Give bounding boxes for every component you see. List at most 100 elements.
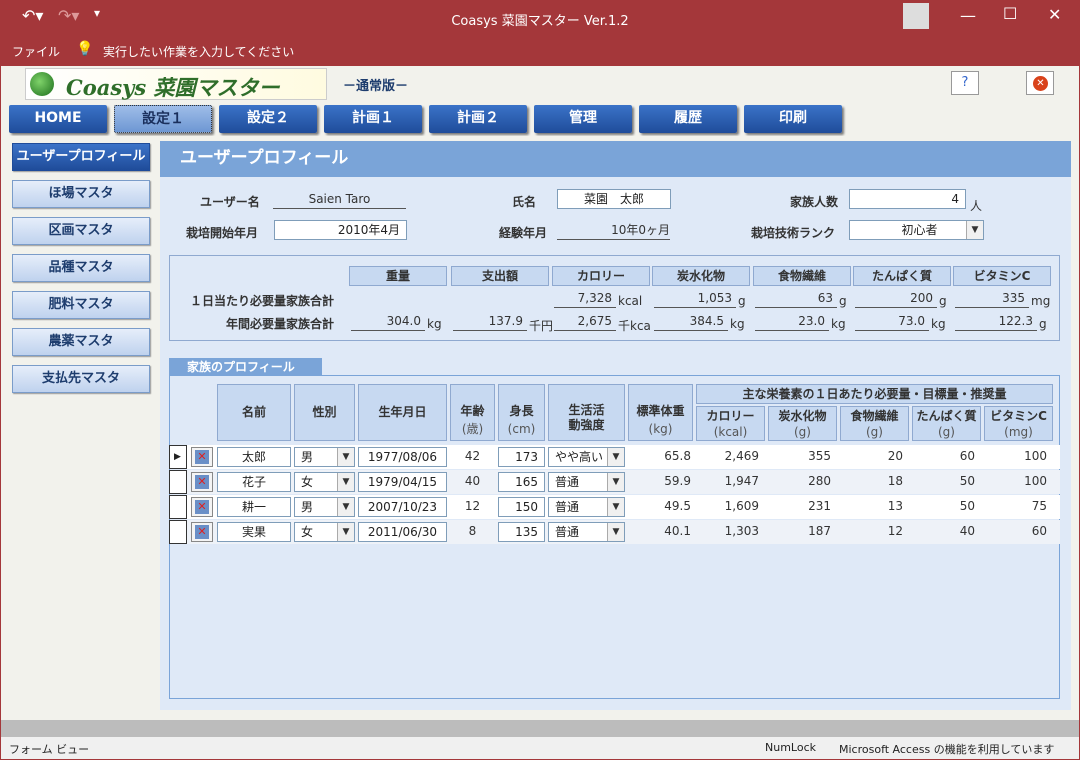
sex-select[interactable]: 男 ▼ [294, 447, 355, 467]
delete-row-button[interactable]: ✕ [191, 447, 213, 467]
start-label: 栽培開始年月 [186, 226, 259, 240]
delete-row-button[interactable]: ✕ [191, 522, 213, 542]
sidebar-item-variety-master[interactable]: 品種マスタ [12, 254, 150, 282]
horizontal-scroll-strip [0, 720, 1080, 737]
table-row[interactable]: ✕ 実果女 ▼ 2011/06/30 8 135 普通 ▼ 40.1 1,303 187 12 40 60 [169, 520, 1060, 544]
yearly-total-unit: kg [831, 317, 846, 331]
full-name-field[interactable]: 菜園 太郎 [557, 189, 671, 209]
col-vitc-header: ビタミンC (mg) [984, 406, 1053, 441]
minimize-icon[interactable]: — [960, 6, 976, 25]
birthdate-field[interactable]: 1977/08/06 [358, 447, 447, 467]
height-field[interactable]: 173 [498, 447, 545, 467]
activity-select[interactable]: 普通 ▼ [548, 472, 625, 492]
chevron-down-icon[interactable]: ▼ [607, 523, 624, 541]
delete-row-button[interactable]: ✕ [191, 497, 213, 517]
member-name-field[interactable]: 実果 [217, 522, 291, 542]
table-row[interactable]: ✕ 花子女 ▼ 1979/04/15 40 165 普通 ▼ 59.9 1,947 280 18 50 1… [169, 470, 1060, 494]
yearly-total-unit: 千円 [529, 319, 554, 333]
member-name-field[interactable]: 太郎 [217, 447, 291, 467]
col-carb-unit: (g) [794, 425, 811, 439]
maximize-icon[interactable]: ☐ [1003, 4, 1017, 23]
tab-plan-2[interactable]: 計画２ [429, 105, 527, 133]
protein-value: 50 [959, 499, 975, 513]
tab-plan-1[interactable]: 計画１ [324, 105, 422, 133]
sex-select[interactable]: 女 ▼ [294, 522, 355, 542]
daily-total-value: 63 [755, 290, 837, 308]
col-vitc-unit: (mg) [1004, 425, 1033, 439]
birthdate-field[interactable]: 2011/06/30 [358, 522, 447, 542]
account-avatar-icon[interactable] [903, 3, 929, 29]
sex-select-value: 女 [301, 525, 314, 539]
yearly-total-unit: 千kca [618, 319, 651, 333]
status-bar: フォーム ビュー NumLock Microsoft Access の機能を利用… [0, 737, 1080, 760]
height-field[interactable]: 165 [498, 472, 545, 492]
delete-row-button[interactable]: ✕ [191, 472, 213, 492]
sex-select[interactable]: 女 ▼ [294, 472, 355, 492]
height-field[interactable]: 135 [498, 522, 545, 542]
chevron-down-icon[interactable]: ▼ [607, 473, 624, 491]
rank-select[interactable]: 初心者 ▼ [849, 220, 984, 240]
yearly-total-unit: kg [931, 317, 946, 331]
help-icon[interactable]: ? [951, 71, 979, 95]
activity-select[interactable]: やや高い ▼ [548, 447, 625, 467]
tab-settings-2[interactable]: 設定２ [219, 105, 317, 133]
chevron-down-icon[interactable]: ▼ [337, 473, 354, 491]
sex-select[interactable]: 男 ▼ [294, 497, 355, 517]
sidebar-item-user-profile[interactable]: ユーザープロフィール [12, 143, 150, 171]
record-selector[interactable] [169, 470, 187, 494]
chevron-down-icon[interactable]: ▼ [337, 523, 354, 541]
record-selector[interactable]: ▶ [169, 445, 187, 469]
col-vitc-title: ビタミンC [990, 409, 1047, 423]
height-field[interactable]: 150 [498, 497, 545, 517]
fiber-value: 18 [887, 474, 903, 488]
col-fiber-header: 食物繊維 (g) [840, 406, 909, 441]
chevron-down-icon[interactable]: ▼ [607, 448, 624, 466]
activity-select-value: 普通 [555, 525, 580, 539]
chevron-down-icon[interactable]: ▼ [337, 448, 354, 466]
table-row[interactable]: ✕ 耕一男 ▼ 2007/10/23 12 150 普通 ▼ 49.5 1,609 231 13 50 7… [169, 495, 1060, 519]
daily-total-unit: g [939, 294, 947, 308]
sidebar-item-plot-master[interactable]: 区画マスタ [12, 217, 150, 245]
activity-select[interactable]: 普通 ▼ [548, 497, 625, 517]
sidebar-item-field-master[interactable]: ほ場マスタ [12, 180, 150, 208]
activity-select[interactable]: 普通 ▼ [548, 522, 625, 542]
delete-record-icon: ✕ [195, 475, 209, 489]
table-row[interactable]: ▶ ✕ 太郎男 ▼ 1977/08/06 42 173 やや高い ▼ 65.8 2,469 355 20… [169, 445, 1060, 469]
start-field[interactable]: 2010年4月 [274, 220, 407, 240]
birthdate-field[interactable]: 2007/10/23 [358, 497, 447, 517]
col-cal-title: カロリー [706, 409, 755, 423]
tab-home[interactable]: HOME [9, 105, 107, 133]
tab-manage[interactable]: 管理 [534, 105, 632, 133]
sidebar-item-payee-master[interactable]: 支払先マスタ [12, 365, 150, 393]
experience-label: 経験年月 [499, 226, 548, 240]
chevron-down-icon[interactable]: ▼ [337, 498, 354, 516]
family-count-field[interactable]: 4 [849, 189, 966, 209]
nav-tabs: HOME 設定１ 設定２ 計画１ 計画２ 管理 履歴 印刷 [0, 103, 1080, 136]
tab-print[interactable]: 印刷 [744, 105, 842, 133]
tab-settings-1[interactable]: 設定１ [114, 105, 212, 133]
app-header: Coasys 菜園マスター －通常版－ ? ✕ [0, 66, 1080, 103]
close-icon[interactable]: ✕ [1048, 5, 1061, 24]
col-height-header: 身長 (cm) [498, 384, 545, 441]
sidebar-item-pesticide-master[interactable]: 農薬マスタ [12, 328, 150, 356]
tell-me-box[interactable]: 実行したい作業を入力してください [103, 43, 294, 60]
full-name-label: 氏名 [512, 195, 537, 209]
protein-value: 40 [959, 524, 975, 538]
chevron-down-icon[interactable]: ▼ [966, 221, 983, 239]
exit-button[interactable]: ✕ [1026, 71, 1054, 95]
yearly-total-value: 137.9 [453, 313, 527, 331]
member-name-field[interactable]: 耕一 [217, 497, 291, 517]
daily-total-unit: mg [1031, 294, 1051, 308]
calorie-value: 1,303 [724, 524, 759, 538]
birthdate-field[interactable]: 1979/04/15 [358, 472, 447, 492]
file-menu[interactable]: ファイル [12, 43, 60, 60]
col-std-weight-title: 標準体重 [636, 404, 685, 418]
record-selector[interactable] [169, 520, 187, 544]
chevron-down-icon[interactable]: ▼ [607, 498, 624, 516]
family-tab[interactable]: 家族のプロフィール [169, 358, 322, 376]
tab-history[interactable]: 履歴 [639, 105, 737, 133]
sidebar-item-fertilizer-master[interactable]: 肥料マスタ [12, 291, 150, 319]
member-name-field[interactable]: 花子 [217, 472, 291, 492]
record-selector[interactable] [169, 495, 187, 519]
yearly-total-value: 2,675 [554, 313, 616, 331]
